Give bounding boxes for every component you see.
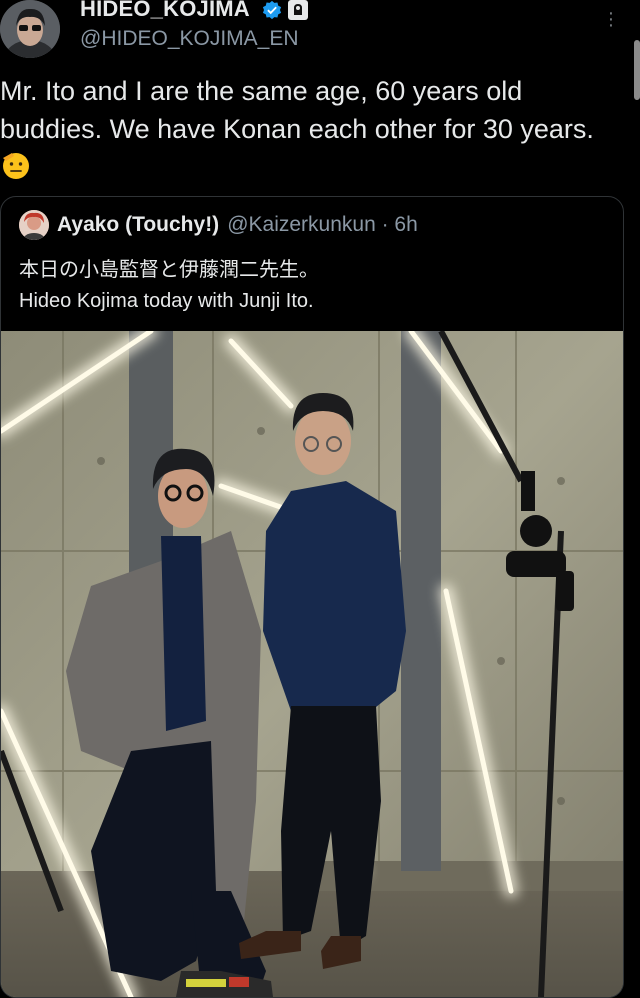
quoted-text-line-2: Hideo Kojima today with Junji Ito.	[19, 290, 314, 312]
quoted-author-meta[interactable]: @Kaizerkunkun · 6h	[227, 213, 418, 237]
author-badges	[262, 0, 308, 20]
post-text-body: Mr. Ito and I are the same age, 60 years…	[0, 76, 594, 144]
saluting-face-emoji	[3, 153, 29, 179]
author-display-name[interactable]: HIDEO_KOJIMA	[80, 0, 250, 22]
post-header: HIDEO_KOJIMA @HIDEO_KOJIMA_EN · · ·	[0, 0, 640, 62]
scrollbar[interactable]	[634, 40, 640, 100]
quoted-author-name[interactable]: Ayako (Touchy!)	[57, 213, 219, 237]
quoted-post-header: Ayako (Touchy!) @Kaizerkunkun · 6h	[19, 210, 418, 240]
more-options-icon[interactable]: · · ·	[606, 3, 616, 35]
quoted-post-text: 本日の小島監督と伊藤潤二先生。 Hideo Kojima today with …	[19, 255, 609, 317]
quoted-post[interactable]: Ayako (Touchy!) @Kaizerkunkun · 6h 本日の小島…	[0, 196, 624, 998]
affiliate-badge-icon[interactable]	[288, 0, 308, 20]
quoted-author-avatar[interactable]	[19, 210, 49, 240]
post-text: Mr. Ito and I are the same age, 60 years…	[0, 72, 600, 186]
author-handle[interactable]: @HIDEO_KOJIMA_EN	[80, 27, 299, 51]
quoted-post-photo[interactable]	[1, 331, 623, 997]
author-avatar[interactable]	[0, 0, 60, 58]
quoted-text-line-1: 本日の小島監督と伊藤潤二先生。	[19, 259, 319, 281]
verified-badge-icon[interactable]	[262, 0, 282, 20]
